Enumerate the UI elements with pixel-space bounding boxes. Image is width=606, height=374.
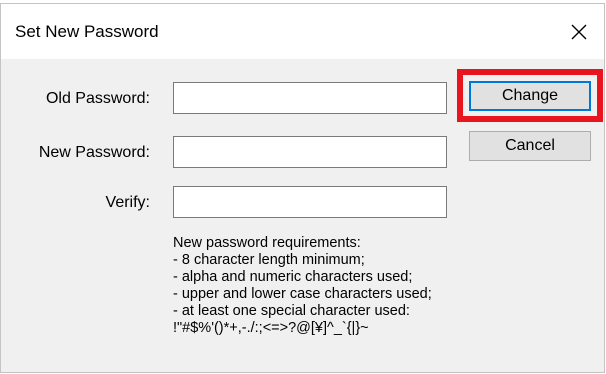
requirement-item: - upper and lower case characters used; (173, 286, 432, 302)
password-requirements: New password requirements: - 8 character… (173, 235, 593, 337)
close-button[interactable] (554, 4, 604, 59)
requirement-item: - 8 character length minimum; (173, 252, 365, 268)
change-button-highlight (457, 69, 603, 122)
requirement-item: - alpha and numeric characters used; (173, 269, 413, 285)
special-characters-list: !"#$%'()*+,-./:;<=>?@[¥]^_`{|}~ (173, 320, 369, 336)
cancel-button[interactable]: Cancel (469, 131, 591, 161)
verify-label: Verify: (105, 194, 150, 211)
requirement-item: - at least one special character used: (173, 303, 410, 319)
new-password-label: New Password: (38, 144, 150, 161)
verify-password-input[interactable] (173, 186, 447, 218)
page: Set New Password Old Password: New Passw… (0, 0, 606, 374)
dialog-client-area: Old Password: New Password: Verify: Chan… (1, 59, 604, 372)
title-bar[interactable]: Set New Password (1, 4, 604, 59)
set-new-password-dialog: Set New Password Old Password: New Passw… (0, 3, 605, 373)
dialog-title: Set New Password (15, 22, 159, 41)
new-password-input[interactable] (173, 136, 447, 168)
old-password-input[interactable] (173, 82, 447, 114)
old-password-label: Old Password: (45, 90, 150, 107)
requirements-heading: New password requirements: (173, 235, 361, 251)
close-icon (571, 24, 587, 39)
